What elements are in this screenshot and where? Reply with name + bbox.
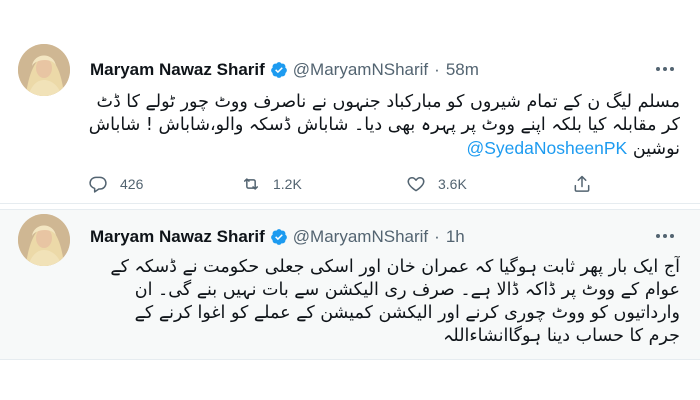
more-options-icon[interactable] <box>650 226 680 246</box>
header-separator: · <box>434 227 440 246</box>
tweet-timestamp[interactable]: 1h <box>446 227 465 247</box>
tweet-feed: Maryam Nawaz Sharif @MaryamNSharif · 58m… <box>0 0 700 400</box>
like-heart-icon <box>407 177 425 192</box>
author-avatar[interactable] <box>18 214 70 266</box>
tweet-text-line: عوام کے ووٹ پر ڈاکہ ڈالا ہے۔ صرف ری الیک… <box>134 280 680 300</box>
tweet-text-line: وارداتیوں کو ووٹ چوری کرنے اور الیکشن کم… <box>134 303 680 323</box>
tweet-actions: 426 1.2K 3.6K <box>88 172 608 196</box>
tweet-card[interactable]: Maryam Nawaz Sharif @MaryamNSharif · 58m… <box>0 32 700 204</box>
verified-badge-icon <box>270 61 288 79</box>
share-button[interactable] <box>572 172 592 196</box>
author-avatar[interactable] <box>18 44 70 96</box>
reply-count: 426 <box>120 176 144 192</box>
tweet-header: Maryam Nawaz Sharif @MaryamNSharif · 58m <box>90 59 479 81</box>
tweet-text-line: کر مقابلہ کیا بلکہ اپنے ووٹ پر پہرہ بھی … <box>88 115 680 135</box>
reply-icon <box>89 176 107 193</box>
tweet-text-line: نوشین @SyedaNosheenPK <box>88 137 680 161</box>
retweet-icon <box>244 178 258 190</box>
retweet-count: 1.2K <box>273 176 302 192</box>
reply-button[interactable]: 426 <box>88 172 143 196</box>
tweet-text: آج ایک بار پھر ثابت ہوگیا کہ عمران خان ا… <box>88 256 680 348</box>
tweet-text-line: آج ایک بار پھر ثابت ہوگیا کہ عمران خان ا… <box>110 257 680 277</box>
more-options-icon[interactable] <box>650 59 680 79</box>
verified-badge-icon <box>270 228 288 246</box>
like-button[interactable]: 3.6K <box>406 172 467 196</box>
tweet-header: Maryam Nawaz Sharif @MaryamNSharif · 1h <box>90 226 465 248</box>
retweet-button[interactable]: 1.2K <box>241 172 302 196</box>
tweet-card[interactable]: Maryam Nawaz Sharif @MaryamNSharif · 1h … <box>0 209 700 360</box>
share-icon <box>574 175 590 192</box>
author-name[interactable]: Maryam Nawaz Sharif <box>90 60 265 80</box>
tweet-text-word: نوشین <box>632 139 680 159</box>
like-count: 3.6K <box>438 176 467 192</box>
tweet-text-line: جرم کا حساب دینا ہوگاانشاءاللہ <box>443 326 680 346</box>
tweet-text-line: مسلم لیگ ن کے تمام شیروں کو مبارکباد جنہ… <box>96 92 680 112</box>
tweet-timestamp[interactable]: 58m <box>446 60 479 80</box>
author-handle[interactable]: @MaryamNSharif <box>293 227 428 247</box>
mention-link[interactable]: @SyedaNosheenPK <box>466 138 627 158</box>
author-handle[interactable]: @MaryamNSharif <box>293 60 428 80</box>
author-name[interactable]: Maryam Nawaz Sharif <box>90 227 265 247</box>
tweet-text: مسلم لیگ ن کے تمام شیروں کو مبارکباد جنہ… <box>88 91 680 161</box>
header-separator: · <box>434 60 440 79</box>
